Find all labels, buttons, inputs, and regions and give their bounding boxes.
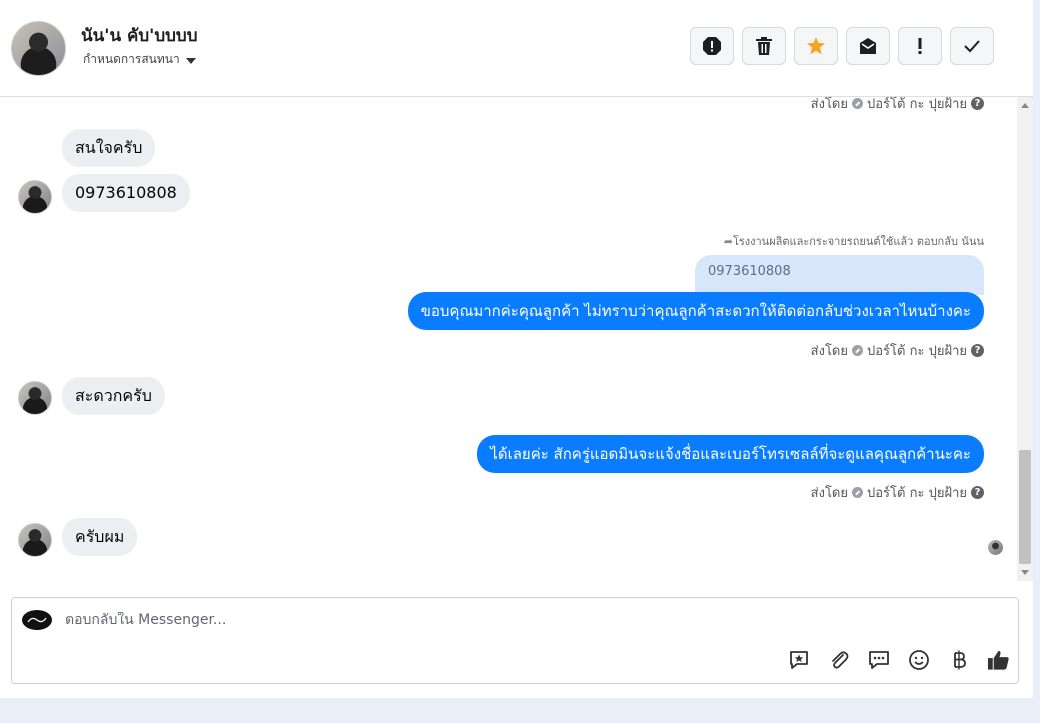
- reply-input[interactable]: [65, 612, 765, 628]
- sent-by-line: ส่งโดย ปอร์โต้ กะ ปุยฝ้าย ?: [811, 97, 984, 114]
- help-icon[interactable]: ?: [971, 486, 984, 499]
- reply-context: ➦โรงงานผลิตและกระจายรถยนต์ใช้แล้ว ตอบกลั…: [724, 232, 984, 250]
- message-thread[interactable]: ส่งโดย ปอร์โต้ กะ ปุยฝ้าย ? สนใจครับ 097…: [0, 97, 1017, 581]
- incoming-message[interactable]: ครับผม: [62, 518, 138, 556]
- scroll-down-icon[interactable]: [1021, 570, 1029, 575]
- like-button[interactable]: [987, 648, 1010, 671]
- star-button[interactable]: [794, 27, 838, 65]
- reply-context-text: โรงงานผลิตและกระจายรถยนต์ใช้แล้ว ตอบกลับ…: [732, 235, 984, 248]
- help-icon[interactable]: ?: [971, 344, 984, 357]
- contact-name[interactable]: นัน'น คับ'บบบบ: [81, 22, 198, 49]
- sent-by-line: ส่งโดย ปอร์โต้ กะ ปุยฝ้าย ?: [811, 340, 984, 361]
- conversation-panel: นัน'น คับ'บบบบ กำหนดการสนทนา ส่งโดย ปอร์…: [0, 0, 1033, 698]
- emoji-icon: [908, 649, 929, 670]
- contact-avatar-small[interactable]: [18, 523, 52, 557]
- assign-label: กำหนดการสนทนา: [83, 52, 180, 66]
- mark-done-button[interactable]: [950, 27, 994, 65]
- saved-reply-icon: [789, 650, 808, 669]
- follow-up-icon: [918, 38, 922, 54]
- contact-avatar-small[interactable]: [18, 180, 52, 214]
- star-icon: [807, 37, 825, 55]
- mark-spam-button[interactable]: [690, 27, 734, 65]
- sent-by-label: ส่งโดย: [810, 486, 848, 501]
- sent-by-label: ส่งโดย: [810, 344, 848, 359]
- attachment-icon: [831, 650, 848, 669]
- quoted-message[interactable]: 0973610808: [695, 255, 984, 295]
- conversation-toolbar: [690, 27, 994, 65]
- incoming-message[interactable]: สะดวกครับ: [62, 377, 165, 415]
- like-icon: [987, 650, 1009, 670]
- sender-name: ปอร์โต้ กะ ปุยฝ้าย: [867, 344, 967, 359]
- verified-icon: [852, 345, 863, 356]
- quick-reply-icon: [868, 650, 889, 669]
- help-icon[interactable]: ?: [971, 97, 984, 110]
- sender-name: ปอร์โต้ กะ ปุยฝ้าย: [867, 97, 967, 112]
- incoming-message[interactable]: 0973610808: [62, 174, 190, 212]
- message-composer: [11, 597, 1019, 684]
- outgoing-message[interactable]: ได้เลยค่ะ สักครู่แอดมินจะแจ้งชื่อและเบอร…: [477, 435, 984, 473]
- follow-up-button[interactable]: [898, 27, 942, 65]
- payment-button[interactable]: [947, 648, 970, 671]
- quick-reply-button[interactable]: [867, 648, 890, 671]
- verified-icon: [852, 98, 863, 109]
- reply-arrow-icon: ➦: [723, 235, 733, 248]
- sent-by-line: ส่งโดย ปอร์โต้ กะ ปุยฝ้าย ?: [811, 482, 984, 503]
- scroll-up-icon[interactable]: [1021, 103, 1029, 108]
- delete-button[interactable]: [742, 27, 786, 65]
- seen-indicator-avatar: [988, 540, 1003, 555]
- scrollbar-thumb[interactable]: [1019, 450, 1031, 564]
- sent-by-label: ส่งโดย: [810, 97, 848, 112]
- done-icon: [964, 40, 980, 53]
- conversation-header: นัน'น คับ'บบบบ กำหนดการสนทนา: [0, 0, 1033, 97]
- trash-icon: [756, 37, 772, 55]
- thread-scrollbar[interactable]: [1017, 97, 1033, 581]
- incoming-message[interactable]: สนใจครับ: [62, 129, 156, 167]
- spam-icon: [703, 37, 721, 55]
- emoji-button[interactable]: [907, 648, 930, 671]
- sender-name: ปอร์โต้ กะ ปุยฝ้าย: [867, 486, 967, 501]
- caret-down-icon: [185, 57, 196, 64]
- saved-reply-button[interactable]: [787, 648, 810, 671]
- page-logo-icon: [22, 610, 52, 630]
- mark-unread-button[interactable]: [846, 27, 890, 65]
- mark-unread-icon: [860, 38, 876, 54]
- attach-button[interactable]: [827, 648, 850, 671]
- assign-conversation-dropdown[interactable]: กำหนดการสนทนา: [83, 50, 196, 69]
- contact-avatar[interactable]: [11, 21, 66, 76]
- outgoing-message[interactable]: ขอบคุณมากค่ะคุณลูกค้า ไม่ทราบว่าคุณลูกค้…: [407, 292, 984, 330]
- composer-toolbar: [787, 648, 1010, 671]
- contact-avatar-small[interactable]: [18, 381, 52, 415]
- payment-icon: [953, 650, 966, 669]
- verified-icon: [852, 487, 863, 498]
